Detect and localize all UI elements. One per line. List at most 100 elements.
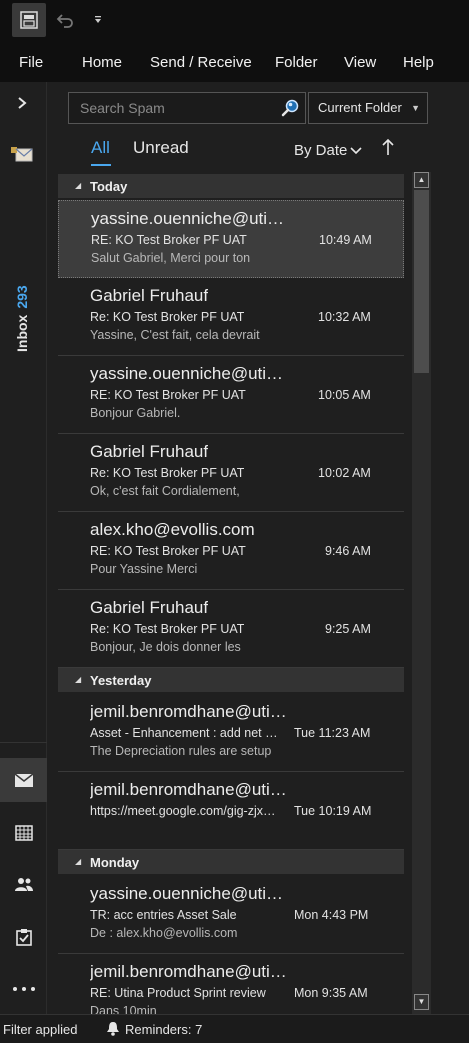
message-sender: Gabriel Fruhauf — [90, 598, 209, 617]
message-subject: https://meet.google.com/gig-zjxx-bqn — [90, 804, 280, 818]
message-subject: Asset - Enhancement : add net book value — [90, 726, 280, 740]
group-header-monday[interactable]: ◢ Monday — [58, 850, 404, 874]
message-sender: yassine.ouenniche@utina.fr — [91, 209, 291, 228]
chevron-down-icon: ▼ — [411, 103, 420, 113]
active-filter-underline — [91, 164, 111, 166]
message-item[interactable]: yassine.ouenniche@utina.fr RE: KO Test Br… — [58, 200, 404, 278]
message-subject: Re: KO Test Broker PF UAT — [90, 466, 245, 480]
scrollbar-thumb[interactable] — [414, 190, 429, 373]
filter-unread[interactable]: Unread — [133, 138, 189, 158]
group-header-today[interactable]: ◢ Today — [58, 174, 404, 198]
search-input[interactable] — [80, 93, 270, 123]
message-time: Mon 9:35 AM — [294, 986, 368, 1000]
group-label: Today — [90, 179, 128, 194]
message-time: Tue 10:19 AM — [294, 804, 372, 818]
group-header-yesterday[interactable]: ◢ Yesterday — [58, 668, 404, 692]
divider — [0, 742, 47, 743]
message-sender: yassine.ouenniche@utina.fr — [90, 364, 290, 383]
message-preview: Ok, c'est fait Cordialement, — [90, 484, 240, 498]
tab-view[interactable]: View — [344, 54, 376, 71]
tab-home[interactable]: Home — [82, 54, 122, 71]
message-subject: RE: KO Test Broker PF UAT — [90, 388, 246, 402]
bell-icon — [106, 1021, 120, 1037]
message-sender: jemil.benromdhane@utina.fr — [90, 962, 290, 981]
undo-icon[interactable] — [52, 3, 78, 37]
message-item[interactable]: alex.kho@evollis.com RE: KO Test Broker P… — [58, 512, 404, 590]
ribbon-tabs: File Home Send / Receive Folder View Hel… — [0, 40, 469, 82]
more-icon[interactable] — [0, 967, 47, 1011]
message-preview: De : alex.kho@evollis.com — [90, 926, 238, 940]
group-label: Monday — [90, 855, 140, 870]
send-receive-all-icon[interactable] — [12, 3, 46, 37]
filter-bar: All Unread By Date — [47, 134, 469, 172]
message-subject: RE: Utina Product Sprint review — [90, 986, 266, 1000]
message-preview: Salut Gabriel, Merci pour ton — [91, 251, 251, 265]
message-list: ◢ Today yassine.ouenniche@utina.fr RE: KO T… — [58, 172, 404, 1014]
message-item[interactable]: yassine.ouenniche@utina.fr RE: KO Test Br… — [58, 356, 404, 434]
group-label: Yesterday — [90, 673, 152, 688]
message-subject: RE: KO Test Broker PF UAT — [90, 544, 246, 558]
message-subject: Re: KO Test Broker PF UAT — [90, 622, 245, 636]
message-time: 9:46 AM — [325, 544, 371, 558]
message-item[interactable]: yassine.ouenniche@utina.fr TR: acc entrie… — [58, 876, 404, 954]
message-item[interactable]: jemil.benromdhane@utina.fr https://meet.g… — [58, 772, 404, 850]
search-bar: Current Folder ▼ — [47, 82, 469, 134]
message-item[interactable]: jemil.benromdhane@utina.fr Asset - Enhanc… — [58, 694, 404, 772]
sort-ascending-arrow-icon[interactable] — [381, 138, 395, 162]
message-sender: yassine.ouenniche@utina.fr — [90, 884, 290, 903]
message-subject: Re: KO Test Broker PF UAT — [90, 310, 245, 324]
message-time: 10:49 AM — [319, 233, 372, 247]
tasks-icon[interactable] — [0, 915, 47, 959]
message-preview: Pour Yassine Merci — [90, 562, 198, 576]
message-time: 10:05 AM — [318, 388, 371, 402]
message-time: Mon 4:43 PM — [294, 908, 369, 922]
folder-label-inbox[interactable]: Inbox 293 — [14, 285, 30, 352]
customize-toolbar-icon[interactable] — [88, 3, 108, 37]
message-subject: TR: acc entries Asset Sale — [90, 908, 237, 922]
tab-help[interactable]: Help — [403, 54, 434, 71]
people-icon[interactable] — [0, 862, 47, 906]
collapse-triangle-icon[interactable]: ◢ — [75, 675, 81, 684]
message-item[interactable]: jemil.benromdhane@utina.fr RE: Utina Prod… — [58, 954, 404, 1014]
folder-name: Inbox — [14, 314, 30, 352]
message-preview: Bonjour, Je dois donner les — [90, 640, 241, 654]
message-preview: Bonjour Gabriel. — [90, 406, 181, 420]
chevron-down-icon[interactable] — [350, 144, 362, 158]
message-time: 10:32 AM — [318, 310, 371, 324]
message-sender: jemil.benromdhane@utina.fr — [90, 780, 290, 799]
search-box — [68, 92, 306, 124]
message-item[interactable]: Gabriel Fruhauf Re: KO Test Broker PF UAT… — [58, 590, 404, 668]
chevron-right-icon[interactable] — [12, 96, 32, 116]
message-list-scrollbar[interactable]: ▲ ▼ — [412, 172, 431, 1014]
message-sender: alex.kho@evollis.com — [90, 520, 255, 539]
sort-by-dropdown[interactable]: By Date — [294, 142, 347, 159]
mail-icon[interactable] — [0, 758, 47, 802]
search-scope-value: Current Folder — [318, 100, 402, 115]
message-time: 9:25 AM — [325, 622, 371, 636]
message-preview: The Depreciation rules are setup — [90, 744, 272, 758]
message-subject: RE: KO Test Broker PF UAT — [91, 233, 247, 247]
quick-access-toolbar — [0, 0, 469, 40]
collapse-triangle-icon[interactable]: ◢ — [75, 181, 81, 190]
tab-folder[interactable]: Folder — [275, 54, 318, 71]
search-icon[interactable] — [280, 98, 300, 118]
tab-send-receive[interactable]: Send / Receive — [150, 54, 252, 71]
search-scope-dropdown[interactable]: Current Folder ▼ — [308, 92, 428, 124]
unread-count: 293 — [14, 285, 30, 309]
message-time: 10:02 AM — [318, 466, 371, 480]
collapse-triangle-icon[interactable]: ◢ — [75, 857, 81, 866]
message-sender: Gabriel Fruhauf — [90, 286, 209, 305]
message-time: Tue 11:23 AM — [294, 726, 371, 740]
scroll-up-icon[interactable]: ▲ — [414, 172, 429, 188]
status-bar: Filter applied Reminders: 7 — [0, 1014, 469, 1043]
scroll-down-icon[interactable]: ▼ — [414, 994, 429, 1010]
tab-file[interactable]: File — [19, 54, 43, 71]
filter-applied-status: Filter applied — [3, 1022, 78, 1037]
reminders-status[interactable]: Reminders: 7 — [125, 1022, 202, 1037]
filter-all[interactable]: All — [91, 138, 110, 158]
message-item[interactable]: Gabriel Fruhauf Re: KO Test Broker PF UAT… — [58, 434, 404, 512]
navigation-rail: Inbox 293 — [0, 82, 47, 1014]
folder-pane-icon[interactable] — [10, 146, 34, 164]
calendar-icon[interactable] — [0, 811, 47, 855]
message-item[interactable]: Gabriel Fruhauf Re: KO Test Broker PF UAT… — [58, 278, 404, 356]
